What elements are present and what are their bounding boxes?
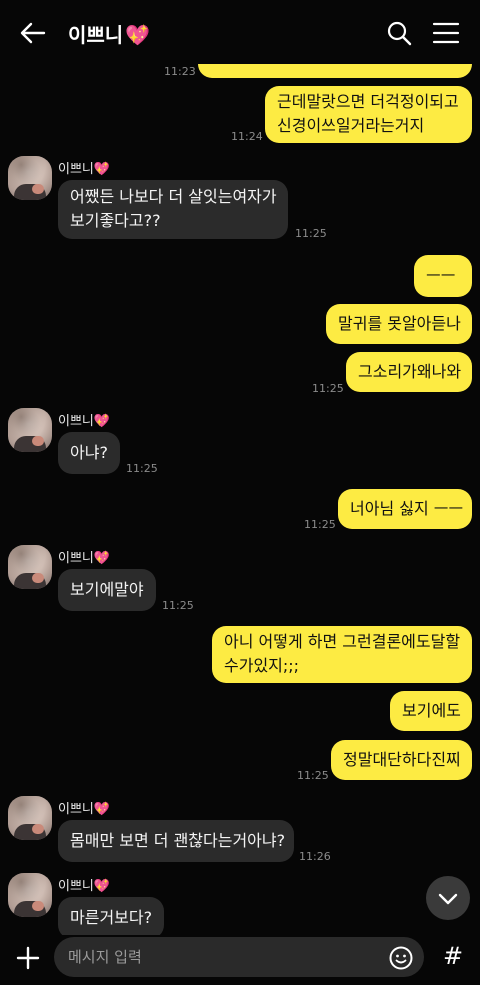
sender-heart-emoji: 💖 xyxy=(93,162,111,177)
message-time: 11:23 xyxy=(164,65,196,78)
chat-title-text: 이쁘니 xyxy=(68,23,124,47)
contact-avatar[interactable] xyxy=(8,873,52,917)
message-time: 11:24 xyxy=(231,130,263,143)
message-time: 11:25 xyxy=(297,769,329,782)
contact-avatar[interactable] xyxy=(8,156,52,200)
my-message-bubble[interactable]: ㅡㅡ xyxy=(414,255,472,297)
my-message-bubble[interactable]: 근데말랏으면 더걱정이되고 신경이쓰일거라는거지 xyxy=(265,86,472,143)
sender-name: 이쁘니💖 xyxy=(58,875,110,894)
message-time: 11:25 xyxy=(312,382,344,395)
message-text-line-2: 신경이쓰일거라는거지 xyxy=(277,116,425,135)
sender-name: 이쁘니💖 xyxy=(58,158,110,177)
message-text-line-2: 수가있지;;; xyxy=(224,656,300,675)
arrow-left-icon xyxy=(20,22,46,44)
attach-button[interactable] xyxy=(14,944,42,972)
contact-avatar[interactable] xyxy=(8,408,52,452)
message-time: 11:25 xyxy=(304,518,336,531)
their-message-bubble[interactable]: 아냐? xyxy=(58,432,120,474)
plus-icon xyxy=(16,946,40,970)
back-button[interactable] xyxy=(18,18,48,48)
sender-name-text: 이쁘니 xyxy=(58,414,94,429)
my-message-bubble[interactable]: 말귀를 못알아듣나 xyxy=(326,304,472,344)
search-button[interactable] xyxy=(386,20,412,46)
sender-heart-emoji: 💖 xyxy=(93,802,111,817)
message-text: 보기에도 xyxy=(402,701,461,720)
chat-title: 이쁘니 💖 xyxy=(68,19,150,48)
message-text: 아냐? xyxy=(70,443,108,462)
message-text: 마른거보다? xyxy=(70,908,153,927)
sender-name: 이쁘니💖 xyxy=(58,410,110,429)
their-message-bubble[interactable]: 마른거보다? xyxy=(58,897,164,935)
emoji-icon xyxy=(389,946,413,970)
my-message-bubble[interactable]: 정말대단하다진찌 xyxy=(331,740,472,780)
menu-button[interactable] xyxy=(432,20,460,46)
scroll-to-bottom-button[interactable] xyxy=(426,876,470,920)
my-message-bubble[interactable]: 보기에도 xyxy=(390,691,472,731)
hamburger-menu-icon xyxy=(432,22,460,44)
emoji-button[interactable] xyxy=(388,945,414,971)
message-composer: # xyxy=(0,935,480,985)
sender-name-text: 이쁘니 xyxy=(58,802,94,817)
contact-avatar[interactable] xyxy=(8,796,52,840)
message-time: 11:25 xyxy=(295,227,327,240)
their-message-bubble[interactable]: 어쨌든 나보다 더 살잇는여자가 보기좋다고?? xyxy=(58,180,288,239)
message-text: 정말대단하다진찌 xyxy=(343,750,461,769)
message-text-line-2: 보기좋다고?? xyxy=(70,211,161,230)
my-message-bubble[interactable]: 너아님 싫지 ㅡㅡ xyxy=(338,489,472,529)
message-text: 그소리가왜나와 xyxy=(358,362,462,381)
message-text-line-1: 어쨌든 나보다 더 살잇는여자가 xyxy=(70,187,277,206)
sender-name-text: 이쁘니 xyxy=(58,162,94,177)
sender-name: 이쁘니💖 xyxy=(58,547,110,566)
message-time: 11:25 xyxy=(126,462,158,475)
chat-area[interactable]: … 11:23 근데말랏으면 더걱정이되고 신경이쓰일거라는거지 11:24 이… xyxy=(0,0,480,935)
message-text-line-1: 근데말랏으면 더걱정이되고 xyxy=(277,92,459,111)
my-message-bubble[interactable]: 그소리가왜나와 xyxy=(346,352,472,392)
sender-heart-emoji: 💖 xyxy=(93,551,111,566)
message-text: 몸매만 보면 더 괜찮다는거아냐? xyxy=(70,831,286,850)
sender-heart-emoji: 💖 xyxy=(93,879,111,894)
chat-header: 이쁘니 💖 xyxy=(0,0,480,64)
my-message-bubble[interactable]: 아니 어떻게 하면 그런결론에도달할 수가있지;;; xyxy=(212,626,472,683)
message-input[interactable] xyxy=(54,937,424,977)
sender-name-text: 이쁘니 xyxy=(58,551,94,566)
message-time: 11:25 xyxy=(162,599,194,612)
sender-name: 이쁘니💖 xyxy=(58,798,110,817)
message-text: 너아님 싫지 ㅡㅡ xyxy=(350,499,464,518)
contact-avatar[interactable] xyxy=(8,545,52,589)
message-text: ㅡㅡ xyxy=(426,266,456,285)
message-text: 말귀를 못알아듣나 xyxy=(338,314,461,333)
chevron-down-icon xyxy=(438,893,458,905)
message-text-line-1: 아니 어떻게 하면 그런결론에도달할 xyxy=(224,632,461,651)
hashtag-search-button[interactable]: # xyxy=(438,941,468,971)
search-icon xyxy=(387,21,412,46)
sender-heart-emoji: 💖 xyxy=(93,414,111,429)
their-message-bubble[interactable]: 몸매만 보면 더 괜찮다는거아냐? xyxy=(58,820,294,862)
sender-name-text: 이쁘니 xyxy=(58,879,94,894)
message-text: 보기에말야 xyxy=(70,580,144,599)
title-heart-emoji: 💖 xyxy=(125,23,151,47)
message-time: 11:26 xyxy=(299,850,331,863)
their-message-bubble[interactable]: 보기에말야 xyxy=(58,569,156,611)
